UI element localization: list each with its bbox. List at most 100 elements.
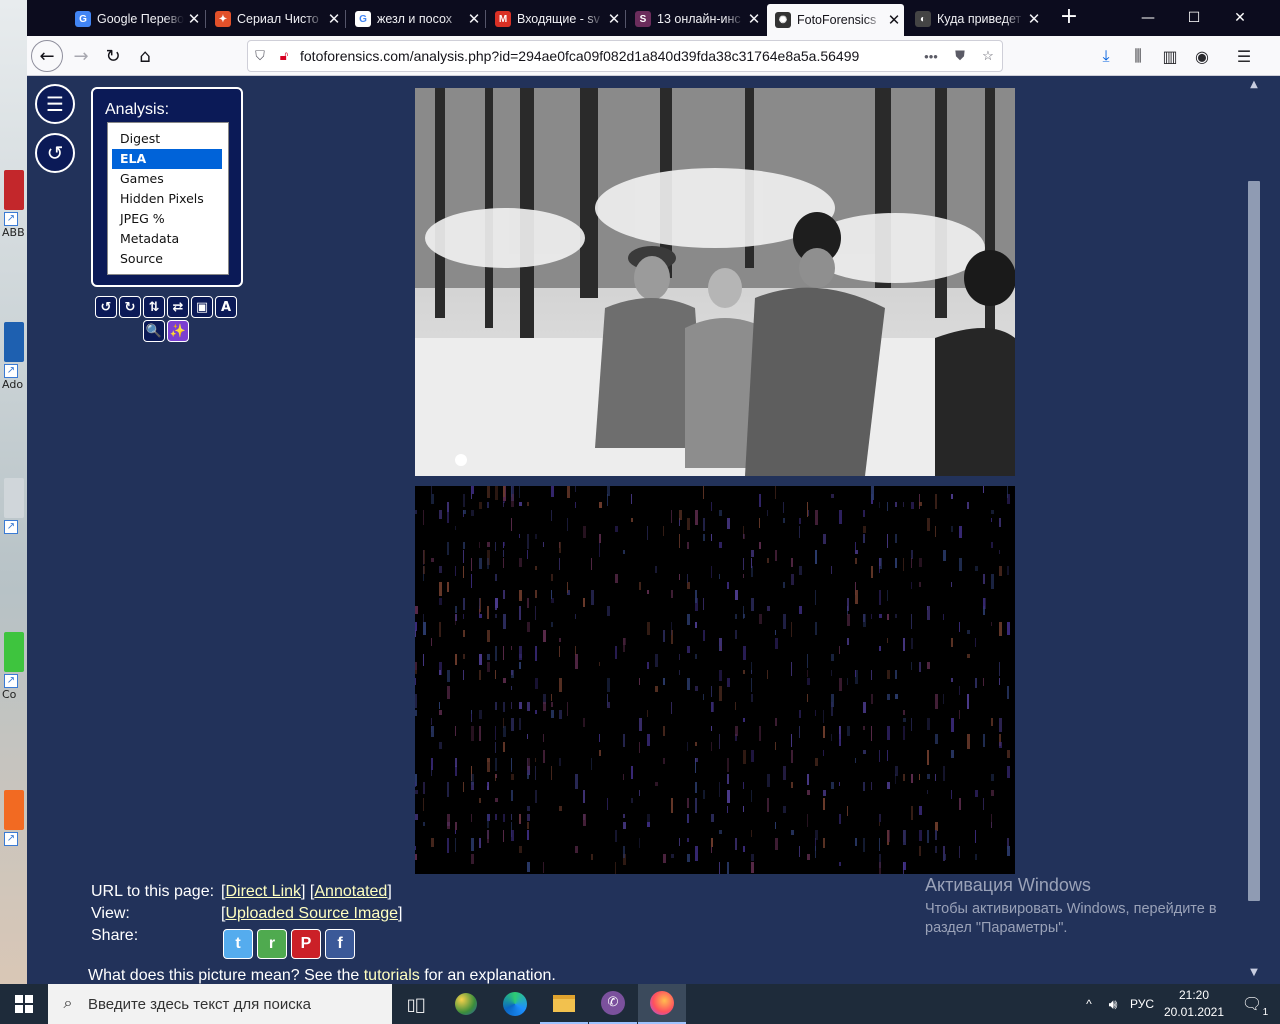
clock[interactable]: 21:20 20.01.2021	[1160, 987, 1228, 1021]
zoom-tool[interactable]: 🔍	[143, 320, 165, 342]
analysis-option[interactable]: JPEG %	[112, 209, 222, 229]
back-button[interactable]: ←	[31, 40, 63, 72]
scroll-down-icon[interactable]: ▼	[1247, 967, 1261, 978]
rotate-left-tool[interactable]: ↺	[95, 296, 117, 318]
taskbar-app-viber[interactable]: ✆	[589, 984, 637, 1024]
twitter-share-icon[interactable]: t	[223, 929, 253, 959]
url-text[interactable]: fotoforensics.com/analysis.php?id=294ae0…	[296, 48, 916, 64]
direct-link[interactable]: Direct Link	[225, 883, 301, 900]
uploaded-source-link[interactable]: Uploaded Source Image	[225, 905, 398, 922]
sidebar-toggle-icon[interactable]: ▥	[1155, 40, 1185, 72]
analysis-option[interactable]: Digest	[112, 129, 222, 149]
url-links: [Direct Link] [Annotated]	[221, 883, 392, 900]
explanation-text: What does this picture mean? See the tut…	[88, 967, 556, 984]
site-icon: ◐	[915, 11, 931, 27]
maximize-button[interactable]: ☐	[1171, 0, 1217, 36]
enhance-tool[interactable]: ✨	[167, 320, 189, 342]
scroll-up-icon[interactable]: ▲	[1247, 79, 1261, 90]
browser-tab[interactable]: Gжезл и посох ✕	[347, 4, 484, 34]
downloads-icon[interactable]: ⤓	[1091, 40, 1121, 72]
fit-tool[interactable]: ▣	[191, 296, 213, 318]
arrow-right-icon: →	[73, 45, 89, 67]
pinterest-share-icon[interactable]: P	[291, 929, 321, 959]
rotate-right-tool[interactable]: ↻	[119, 296, 141, 318]
reddit-share-icon[interactable]: r	[257, 929, 287, 959]
search-icon: ⌕	[63, 995, 73, 1012]
account-icon[interactable]: ◉	[1187, 40, 1217, 72]
browser-tab[interactable]: ✺ FotoForensics ✕	[767, 4, 904, 36]
page-scrollbar[interactable]: ▲ ▼	[1247, 77, 1263, 984]
analysis-panel: Analysis: Digest ELA Games Hidden Pixels JPE…	[91, 87, 243, 287]
close-tab-icon[interactable]: ✕	[744, 10, 764, 28]
fire-icon: ✦	[215, 11, 231, 27]
desktop-shortcut[interactable]: ↗ Co	[2, 632, 24, 701]
browser-tab[interactable]: M Входящие - sv ✕	[487, 4, 624, 34]
flip-vertical-tool[interactable]: ⇅	[143, 296, 165, 318]
taskbar-search[interactable]: ⌕ Введите здесь текст для поиска	[48, 984, 392, 1024]
browser-tab[interactable]: ◐ Куда приведет ✕	[907, 4, 1044, 34]
search-placeholder: Введите здесь текст для поиска	[88, 995, 311, 1013]
close-tab-icon[interactable]: ✕	[884, 11, 904, 29]
desktop-shortcut[interactable]: ↗	[4, 478, 24, 534]
address-bar[interactable]: ⛉ 🔓︎ fotoforensics.com/analysis.php?id=2…	[247, 40, 1003, 72]
shortcut-arrow-icon: ↗	[4, 364, 18, 378]
analysis-listbox[interactable]: Digest ELA Games Hidden Pixels JPEG % Metadat…	[107, 122, 229, 275]
home-button[interactable]: ⌂	[129, 40, 161, 72]
forward-button[interactable]: →	[65, 40, 97, 72]
minimize-button[interactable]: —	[1125, 0, 1171, 36]
task-view-button[interactable]: ▯⃞	[392, 984, 440, 1024]
close-tab-icon[interactable]: ✕	[604, 10, 624, 28]
insecure-lock-icon[interactable]: 🔓︎	[272, 48, 296, 64]
shield-icon[interactable]: ⛉	[248, 48, 272, 64]
taskbar-app-edge[interactable]	[491, 984, 539, 1024]
analysis-option[interactable]: Hidden Pixels	[112, 189, 222, 209]
facebook-share-icon[interactable]: f	[325, 929, 355, 959]
browser-tab[interactable]: S 13 онлайн-инс ✕	[627, 4, 764, 34]
navigation-toolbar: ← → ↻ ⌂ ⛉ 🔓︎ fotoforensics.com/analysis.…	[27, 36, 1280, 76]
notification-count: 1	[1262, 1007, 1269, 1018]
language-indicator[interactable]: РУС	[1126, 984, 1158, 1024]
volume-icon[interactable]: 🔊︎	[1100, 984, 1126, 1024]
page-actions-icon[interactable]: •••	[916, 49, 946, 64]
shortcut-arrow-icon: ↗	[4, 832, 18, 846]
taskbar-app-paint[interactable]	[442, 984, 490, 1024]
taskbar-app-firefox[interactable]	[638, 984, 686, 1024]
app-menu-icon[interactable]: ☰	[1229, 40, 1259, 72]
desktop-shortcut[interactable]: ↗ Ado	[2, 322, 24, 391]
google-icon: G	[355, 11, 371, 27]
desktop-shortcut[interactable]: ↗ ABB	[2, 170, 25, 239]
annotated-link[interactable]: Annotated	[314, 883, 387, 900]
close-window-button[interactable]: ✕	[1217, 0, 1263, 36]
activation-description: Чтобы активировать Windows, перейдите в …	[925, 901, 1217, 936]
clock-time: 21:20	[1178, 988, 1210, 1002]
analysis-option[interactable]: ELA	[112, 149, 222, 169]
library-icon[interactable]: ⫼	[1123, 40, 1153, 72]
pocket-icon[interactable]: ⛊	[946, 48, 974, 64]
analysis-option[interactable]: Metadata	[112, 229, 222, 249]
analysis-option[interactable]: Source	[112, 249, 222, 269]
desktop-shortcut[interactable]: ↗	[4, 790, 24, 846]
site-icon: S	[635, 11, 651, 27]
browser-tab[interactable]: G Google Перевод ✕	[67, 4, 204, 34]
taskbar-app-explorer[interactable]	[540, 984, 588, 1024]
new-tab-button[interactable]: +	[1057, 6, 1081, 30]
notifications-button[interactable]: 🗨︎ 1	[1232, 984, 1272, 1024]
annotate-tool[interactable]: A	[215, 296, 237, 318]
reload-button[interactable]: ↻	[97, 40, 129, 72]
flip-horizontal-tool[interactable]: ⇄	[167, 296, 189, 318]
tray-chevron-icon[interactable]: ^	[1078, 984, 1100, 1024]
bookmark-star-icon[interactable]: ☆	[974, 48, 1002, 64]
tutorials-link[interactable]: tutorials	[364, 967, 420, 984]
browser-tab[interactable]: ✦ Сериал Чисто ✕	[207, 4, 344, 34]
scroll-thumb[interactable]	[1248, 181, 1260, 901]
menu-button[interactable]: ☰	[35, 84, 75, 124]
google-translate-icon: G	[75, 11, 91, 27]
close-tab-icon[interactable]: ✕	[1024, 10, 1044, 28]
close-tab-icon[interactable]: ✕	[184, 10, 204, 28]
close-tab-icon[interactable]: ✕	[324, 10, 344, 28]
start-button[interactable]	[0, 984, 48, 1024]
reset-button[interactable]: ↺	[35, 133, 75, 173]
analysis-option[interactable]: Games	[112, 169, 222, 189]
desktop-shortcut-label: Ado	[2, 378, 24, 391]
close-tab-icon[interactable]: ✕	[464, 10, 484, 28]
